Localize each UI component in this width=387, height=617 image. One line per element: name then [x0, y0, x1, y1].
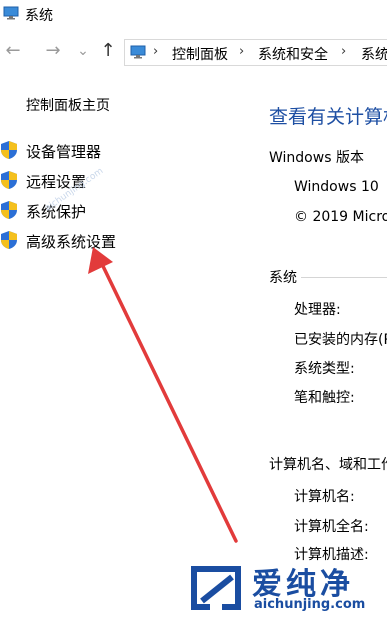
watermark-url: aichunjing.com — [254, 597, 366, 612]
watermark: 爱纯净 aichunjing.com — [188, 561, 387, 617]
aichunjing-logo-icon — [191, 566, 241, 610]
red-arrow-annotation — [88, 247, 238, 543]
